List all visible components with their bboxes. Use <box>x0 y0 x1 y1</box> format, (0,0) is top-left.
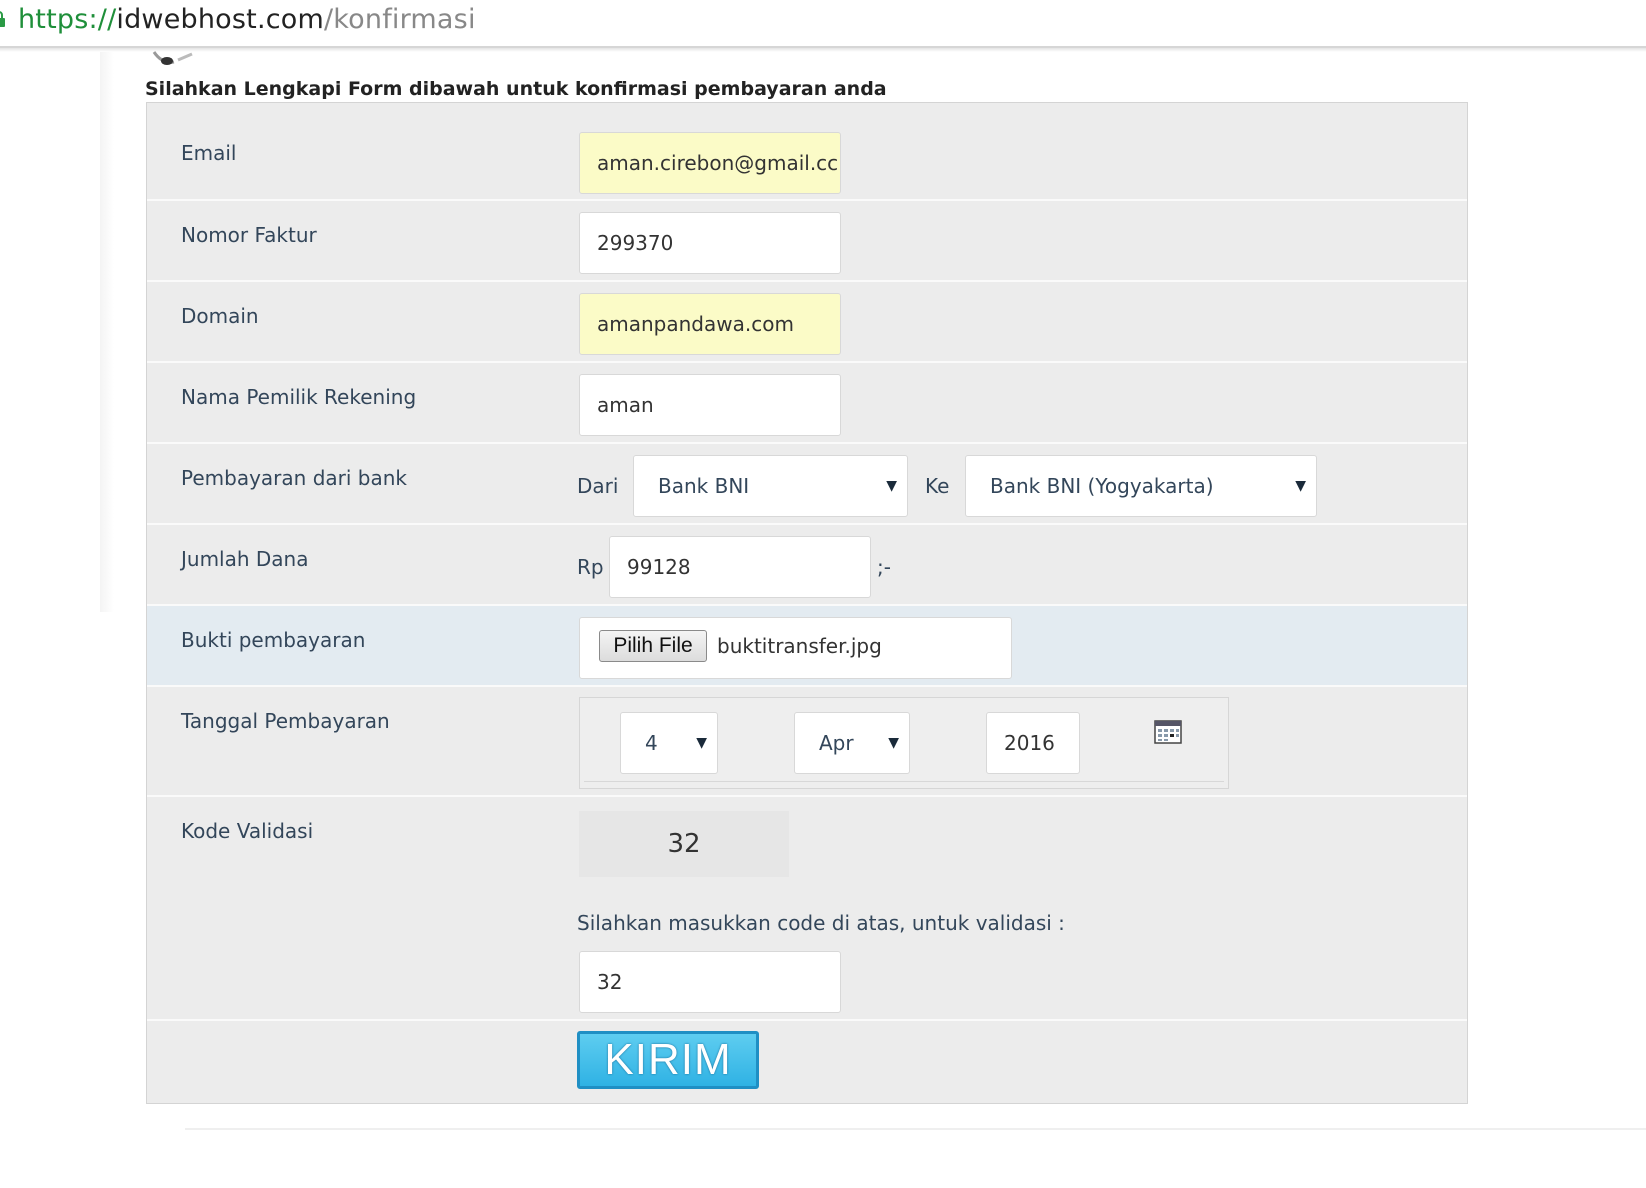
payment-date-label: Tanggal Pembayaran <box>181 709 390 733</box>
form-row-bank: Pembayaran dari bank Dari Bank BNI ▼ Ke … <box>147 444 1467 525</box>
month-value: Apr <box>819 731 854 755</box>
domain-label: Domain <box>181 304 259 328</box>
form-row-submit: KIRIM <box>147 1021 1467 1103</box>
captcha-image: 32 <box>579 811 789 877</box>
selected-filename: buktitransfer.jpg <box>717 634 882 658</box>
lock-icon <box>0 11 5 27</box>
choose-file-button[interactable]: Pilih File <box>599 630 707 662</box>
form-row-invoice: Nomor Faktur 299370 <box>147 201 1467 282</box>
to-bank-select[interactable]: Bank BNI (Yogyakarta) ▼ <box>965 455 1317 517</box>
to-bank-label: Ke <box>925 474 950 498</box>
invoice-label: Nomor Faktur <box>181 223 317 247</box>
calendar-icon[interactable] <box>1154 718 1182 744</box>
from-bank-label: Dari <box>577 474 619 498</box>
validation-code-field[interactable]: 32 <box>579 951 841 1013</box>
page-edge-shadow <box>100 52 114 612</box>
browser-address-bar[interactable]: https://idwebhost.com/konfirmasi <box>0 0 1646 48</box>
toolbar-shadow <box>0 48 1646 52</box>
submit-button[interactable]: KIRIM <box>577 1031 759 1089</box>
invoice-number-field[interactable]: 299370 <box>579 212 841 274</box>
url-text[interactable]: https://idwebhost.com/konfirmasi <box>18 4 476 35</box>
file-upload-field: Pilih File buktitransfer.jpg <box>579 617 1012 679</box>
from-bank-value: Bank BNI <box>658 474 750 498</box>
chevron-down-icon: ▼ <box>1295 478 1306 494</box>
account-owner-label: Nama Pemilik Rekening <box>181 385 417 409</box>
amount-field[interactable]: 99128 <box>609 536 871 598</box>
form-row-account-owner: Nama Pemilik Rekening aman <box>147 363 1467 444</box>
month-select[interactable]: Apr ▼ <box>794 712 910 774</box>
validation-label: Kode Validasi <box>181 819 314 843</box>
form-row-amount: Jumlah Dana Rp 99128 ;- <box>147 525 1467 606</box>
page-title: Silahkan Lengkapi Form dibawah untuk kon… <box>145 78 887 100</box>
year-field[interactable]: 2016 <box>986 712 1080 774</box>
url-host: idwebhost.com <box>116 4 324 35</box>
form-row-proof: Bukti pembayaran Pilih File buktitransfe… <box>147 606 1467 687</box>
validation-instruction: Silahkan masukkan code di atas, untuk va… <box>577 911 1065 935</box>
chevron-down-icon: ▼ <box>696 735 707 751</box>
date-picker-divider <box>584 781 1224 782</box>
form-row-payment-date: Tanggal Pembayaran 4 ▼ Apr ▼ 2016 <box>147 687 1467 797</box>
url-scheme: https:// <box>18 4 117 35</box>
day-value: 4 <box>645 731 658 755</box>
confirmation-form: Email aman.cirebon@gmail.cc Nomor Faktur… <box>146 102 1468 1104</box>
day-select[interactable]: 4 ▼ <box>620 712 718 774</box>
currency-prefix: Rp <box>577 555 604 579</box>
form-row-validation: Kode Validasi 32 Silahkan masukkan code … <box>147 797 1467 1021</box>
to-bank-value: Bank BNI (Yogyakarta) <box>990 474 1214 498</box>
form-row-domain: Domain amanpandawa.com <box>147 282 1467 363</box>
chevron-down-icon: ▼ <box>888 735 899 751</box>
from-bank-select[interactable]: Bank BNI ▼ <box>633 455 908 517</box>
email-label: Email <box>181 141 237 165</box>
page-divider <box>185 1128 1646 1130</box>
proof-label: Bukti pembayaran <box>181 628 366 652</box>
url-path: /konfirmasi <box>324 4 476 35</box>
form-row-email: Email aman.cirebon@gmail.cc <box>147 119 1467 201</box>
bank-label: Pembayaran dari bank <box>181 466 407 490</box>
domain-field[interactable]: amanpandawa.com <box>579 293 841 355</box>
account-owner-field[interactable]: aman <box>579 374 841 436</box>
chevron-down-icon: ▼ <box>886 478 897 494</box>
amount-label: Jumlah Dana <box>181 547 309 571</box>
email-field[interactable]: aman.cirebon@gmail.cc <box>579 132 841 194</box>
amount-suffix: ;- <box>877 555 891 579</box>
logo-fragment-icon <box>152 51 193 65</box>
date-picker: 4 ▼ Apr ▼ 2016 <box>579 697 1229 789</box>
